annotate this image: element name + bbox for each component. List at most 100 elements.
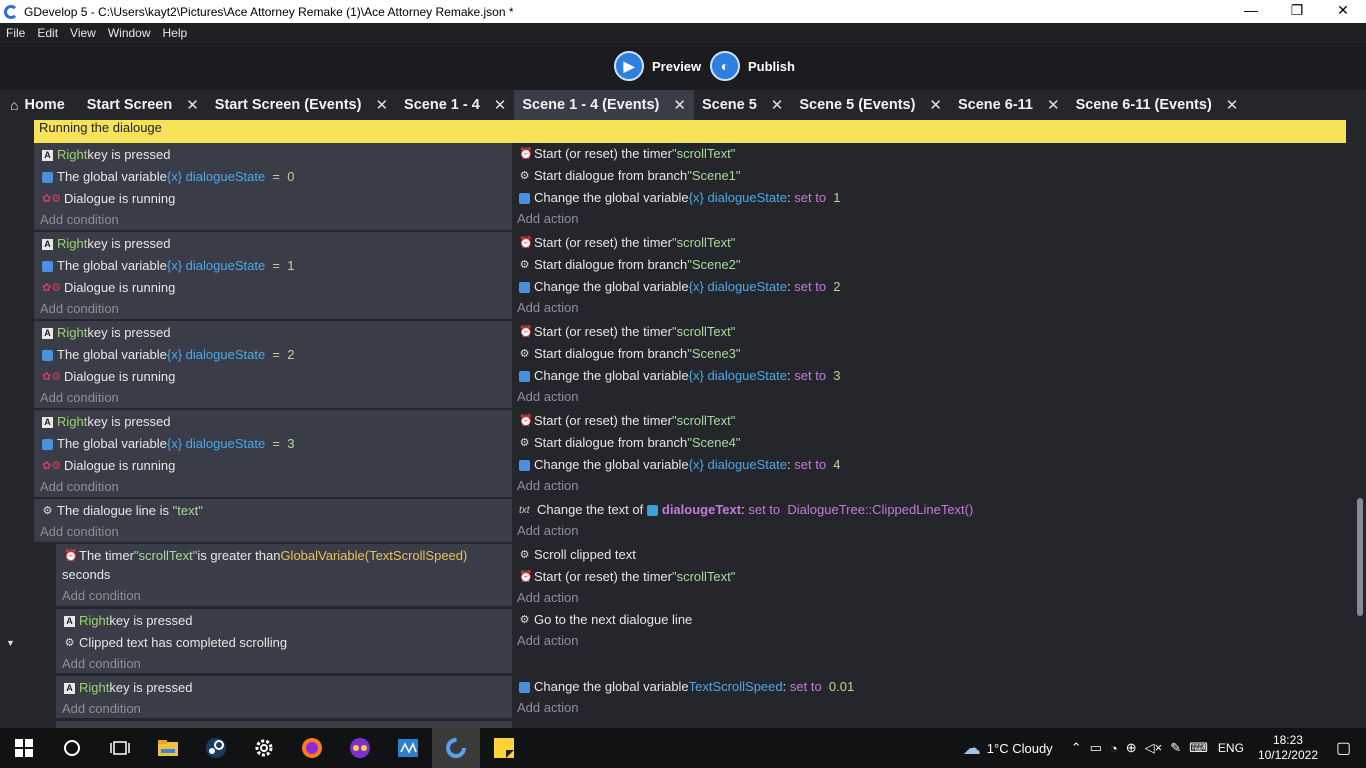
tab-scene-6-11-events[interactable]: Scene 6-11 (Events) ✕	[1068, 90, 1247, 120]
add-condition-link[interactable]: Add condition	[62, 656, 141, 672]
language-indicator[interactable]: ENG	[1218, 741, 1244, 755]
menu-window[interactable]: Window	[108, 26, 151, 40]
tab-home[interactable]: ⌂ Home	[0, 90, 73, 120]
action-start-dialogue[interactable]: ⚙ Start dialogue from branch "Scene3"	[519, 346, 741, 362]
add-condition-link[interactable]: Add condition	[62, 588, 141, 604]
action-start-dialogue[interactable]: ⚙ Start dialogue from branch "Scene1"	[519, 168, 741, 184]
maximize-button[interactable]: ❐	[1274, 0, 1320, 23]
tab-scene-6-11[interactable]: Scene 6-11 ✕	[950, 90, 1068, 120]
action-change-variable[interactable]: Change the global variable {x} dialogueS…	[519, 279, 841, 295]
keyboard-icon[interactable]: ⌨	[1189, 740, 1208, 756]
menu-help[interactable]: Help	[163, 26, 188, 40]
close-tab-icon[interactable]: ✕	[375, 96, 388, 114]
close-tab-icon[interactable]: ✕	[186, 96, 199, 114]
comment-event[interactable]: Running the dialouge	[34, 120, 1346, 143]
tab-scene-1-4[interactable]: Scene 1 - 4 ✕	[396, 90, 514, 120]
close-tab-icon[interactable]: ✕	[673, 96, 686, 114]
gdevelop-taskbar-icon[interactable]	[432, 728, 480, 768]
action-scroll-clipped[interactable]: ⚙ Scroll clipped text	[519, 547, 636, 563]
action-change-variable[interactable]: Change the global variable {x} dialogueS…	[519, 190, 841, 206]
condition-dialogue-running[interactable]: ✿⚙ Dialogue is running	[42, 280, 175, 296]
close-tab-icon[interactable]: ✕	[929, 96, 942, 114]
close-tab-icon[interactable]: ✕	[771, 96, 784, 114]
action-start-timer[interactable]: ⏰ Start (or reset) the timer "scrollText"	[519, 413, 735, 429]
condition-clipped-complete[interactable]: ⚙ Clipped text has completed scrolling	[64, 635, 288, 651]
action-next-line[interactable]: ⚙ Go to the next dialogue line	[519, 612, 693, 628]
clock[interactable]: 18:23 10/12/2022	[1258, 733, 1318, 763]
task-view-icon[interactable]	[96, 728, 144, 768]
vertical-scrollbar[interactable]	[1357, 498, 1363, 616]
sticky-notes-icon[interactable]	[480, 728, 528, 768]
add-condition-link[interactable]: Add condition	[40, 301, 119, 317]
add-action-link[interactable]: Add action	[517, 478, 578, 494]
add-condition-link[interactable]: Add condition	[40, 390, 119, 406]
action-change-text[interactable]: txt Change the text of dialougeText: set…	[519, 502, 973, 518]
action-start-dialogue[interactable]: ⚙ Start dialogue from branch "Scene2"	[519, 257, 741, 273]
add-condition-link[interactable]: Add condition	[62, 701, 141, 717]
action-start-timer[interactable]: ⏰ Start (or reset) the timer "scrollText"	[519, 235, 735, 251]
add-action-link[interactable]: Add action	[517, 633, 578, 649]
condition-timer-greater[interactable]: ⏰ The timer "scrollText" is greater than…	[64, 548, 467, 564]
wifi-icon[interactable]: ◔	[1110, 741, 1118, 756]
tab-scene-5-events[interactable]: Scene 5 (Events) ✕	[791, 90, 950, 120]
preview-button[interactable]: ▶ Preview	[614, 51, 701, 81]
conditions-block[interactable]	[56, 721, 512, 728]
tray-chevron-icon[interactable]: ⌃	[1071, 740, 1082, 756]
weather-text[interactable]: 1°C Cloudy	[987, 741, 1053, 756]
condition-dialogue-running[interactable]: ✿⚙ Dialogue is running	[42, 458, 175, 474]
menu-view[interactable]: View	[70, 26, 96, 40]
add-condition-link[interactable]: Add condition	[40, 479, 119, 495]
add-action-link[interactable]: Add action	[517, 523, 578, 539]
add-condition-link[interactable]: Add condition	[40, 524, 119, 540]
condition-right-key[interactable]: A Right key is pressed	[42, 147, 170, 163]
publish-button[interactable]: ◐ Publish	[710, 51, 795, 81]
add-action-link[interactable]: Add action	[517, 590, 578, 606]
close-window-button[interactable]: ✕	[1320, 0, 1366, 23]
tab-start-screen-events[interactable]: Start Screen (Events) ✕	[207, 90, 396, 120]
condition-global-variable[interactable]: The global variable {x} dialogueState = …	[42, 436, 294, 452]
close-tab-icon[interactable]: ✕	[494, 96, 507, 114]
start-button[interactable]	[0, 728, 48, 768]
action-reset-timer[interactable]: ⏰ Start (or reset) the timer "scrollText"	[519, 569, 735, 585]
action-change-variable[interactable]: Change the global variable {x} dialogueS…	[519, 368, 841, 384]
menu-edit[interactable]: Edit	[37, 26, 58, 40]
add-action-link[interactable]: Add action	[517, 300, 578, 316]
blue-app-icon[interactable]	[384, 728, 432, 768]
action-change-variable[interactable]: Change the global variable {x} dialogueS…	[519, 457, 841, 473]
tab-start-screen[interactable]: Start Screen ✕	[73, 90, 207, 120]
tab-scene-1-4-events[interactable]: Scene 1 - 4 (Events) ✕	[514, 90, 694, 120]
condition-dialogue-running[interactable]: ✿⚙ Dialogue is running	[42, 191, 175, 207]
condition-global-variable[interactable]: The global variable {x} dialogueState = …	[42, 347, 294, 363]
steam-icon[interactable]	[192, 728, 240, 768]
condition-global-variable[interactable]: The global variable {x} dialogueState = …	[42, 169, 294, 185]
add-action-link[interactable]: Add action	[517, 211, 578, 227]
search-circle-icon[interactable]	[48, 728, 96, 768]
minimize-button[interactable]: —	[1228, 0, 1274, 23]
close-tab-icon[interactable]: ✕	[1226, 96, 1239, 114]
action-start-timer[interactable]: ⏰ Start (or reset) the timer "scrollText"	[519, 324, 735, 340]
firefox-icon[interactable]	[288, 728, 336, 768]
action-start-timer[interactable]: ⏰ Start (or reset) the timer "scrollText"	[519, 146, 735, 162]
action-start-dialogue[interactable]: ⚙ Start dialogue from branch "Scene4"	[519, 435, 741, 451]
condition-dialogue-line-is[interactable]: ⚙ The dialogue line is "text"	[42, 503, 203, 519]
settings-gear-icon[interactable]	[240, 728, 288, 768]
pen-icon[interactable]: ✎	[1170, 740, 1181, 756]
collapse-arrow-icon[interactable]: ▼	[6, 638, 15, 648]
condition-right-key[interactable]: A Right key is pressed	[64, 680, 192, 696]
condition-right-key[interactable]: A Right key is pressed	[42, 414, 170, 430]
condition-right-key[interactable]: A Right key is pressed	[64, 613, 192, 629]
mask-app-icon[interactable]	[336, 728, 384, 768]
condition-right-key[interactable]: A Right key is pressed	[42, 236, 170, 252]
menu-file[interactable]: File	[6, 26, 25, 40]
add-action-link[interactable]: Add action	[517, 389, 578, 405]
notifications-icon[interactable]: ▢	[1336, 738, 1366, 758]
tab-scene-5[interactable]: Scene 5 ✕	[694, 90, 791, 120]
condition-dialogue-running[interactable]: ✿⚙ Dialogue is running	[42, 369, 175, 385]
action-change-speed[interactable]: Change the global variable TextScrollSpe…	[519, 679, 854, 695]
add-action-link[interactable]: Add action	[517, 700, 578, 716]
condition-global-variable[interactable]: The global variable {x} dialogueState = …	[42, 258, 294, 274]
volume-icon[interactable]: ◁×	[1145, 740, 1163, 756]
file-explorer-icon[interactable]	[144, 728, 192, 768]
condition-right-key[interactable]: A Right key is pressed	[42, 325, 170, 341]
add-condition-link[interactable]: Add condition	[40, 212, 119, 228]
